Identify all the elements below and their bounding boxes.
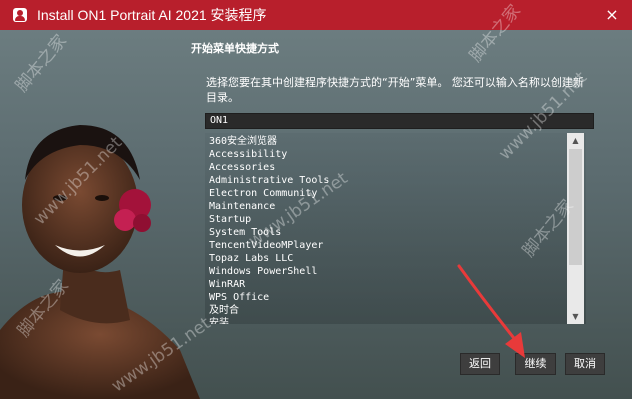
folder-list-item[interactable]: 360安全浏览器 — [209, 135, 586, 148]
folder-list-item[interactable]: TencentVideoMPlayer — [209, 239, 586, 252]
folder-list-item[interactable]: Windows PowerShell — [209, 265, 586, 278]
scroll-down-arrow-icon[interactable]: ▼ — [567, 309, 584, 324]
folder-list-items: 360安全浏览器 Accessibility Accessories Administ… — [205, 133, 586, 324]
close-button[interactable]: × — [602, 5, 622, 25]
scroll-up-arrow-icon[interactable]: ▲ — [567, 133, 584, 148]
folder-list-item[interactable]: Startup — [209, 213, 586, 226]
folder-list-item[interactable]: Administrative Tools — [209, 174, 586, 187]
folder-list-item[interactable]: System Tools — [209, 226, 586, 239]
folder-list-item[interactable]: Accessibility — [209, 148, 586, 161]
start-menu-folder-list[interactable]: 360安全浏览器 Accessibility Accessories Administ… — [205, 133, 586, 324]
title-bar[interactable]: Install ON1 Portrait AI 2021 安装程序 × — [0, 0, 632, 30]
folder-list-item[interactable]: Maintenance — [209, 200, 586, 213]
start-menu-folder-input[interactable]: ON1 — [205, 113, 594, 129]
cancel-button[interactable]: 取消 — [565, 353, 605, 375]
folder-list-item[interactable]: Electron Community — [209, 187, 586, 200]
portrait-illustration — [0, 125, 200, 399]
folder-list-item[interactable]: WinRAR — [209, 278, 586, 291]
back-button[interactable]: 返回 — [460, 353, 500, 375]
folder-list-item[interactable]: WPS Office — [209, 291, 586, 304]
app-user-icon — [13, 8, 27, 22]
folder-list-item[interactable]: 安装 — [209, 317, 586, 324]
folder-list-item[interactable]: Topaz Labs LLC — [209, 252, 586, 265]
folder-list-item[interactable]: Accessories — [209, 161, 586, 174]
next-button[interactable]: 继续 — [515, 353, 556, 375]
folder-list-scrollbar[interactable]: ▲ ▼ — [567, 133, 584, 324]
section-title: 开始菜单快捷方式 — [191, 42, 279, 55]
installer-window: Install ON1 Portrait AI 2021 安装程序 × 开始菜单… — [0, 0, 632, 399]
scrollbar-thumb[interactable] — [569, 149, 582, 265]
description-text: 选择您要在其中创建程序快捷方式的“开始”菜单。 您还可以输入名称以创建新目录。 — [206, 76, 584, 104]
window-title: Install ON1 Portrait AI 2021 安装程序 — [37, 7, 267, 23]
folder-list-item[interactable]: 及时合 — [209, 304, 586, 317]
